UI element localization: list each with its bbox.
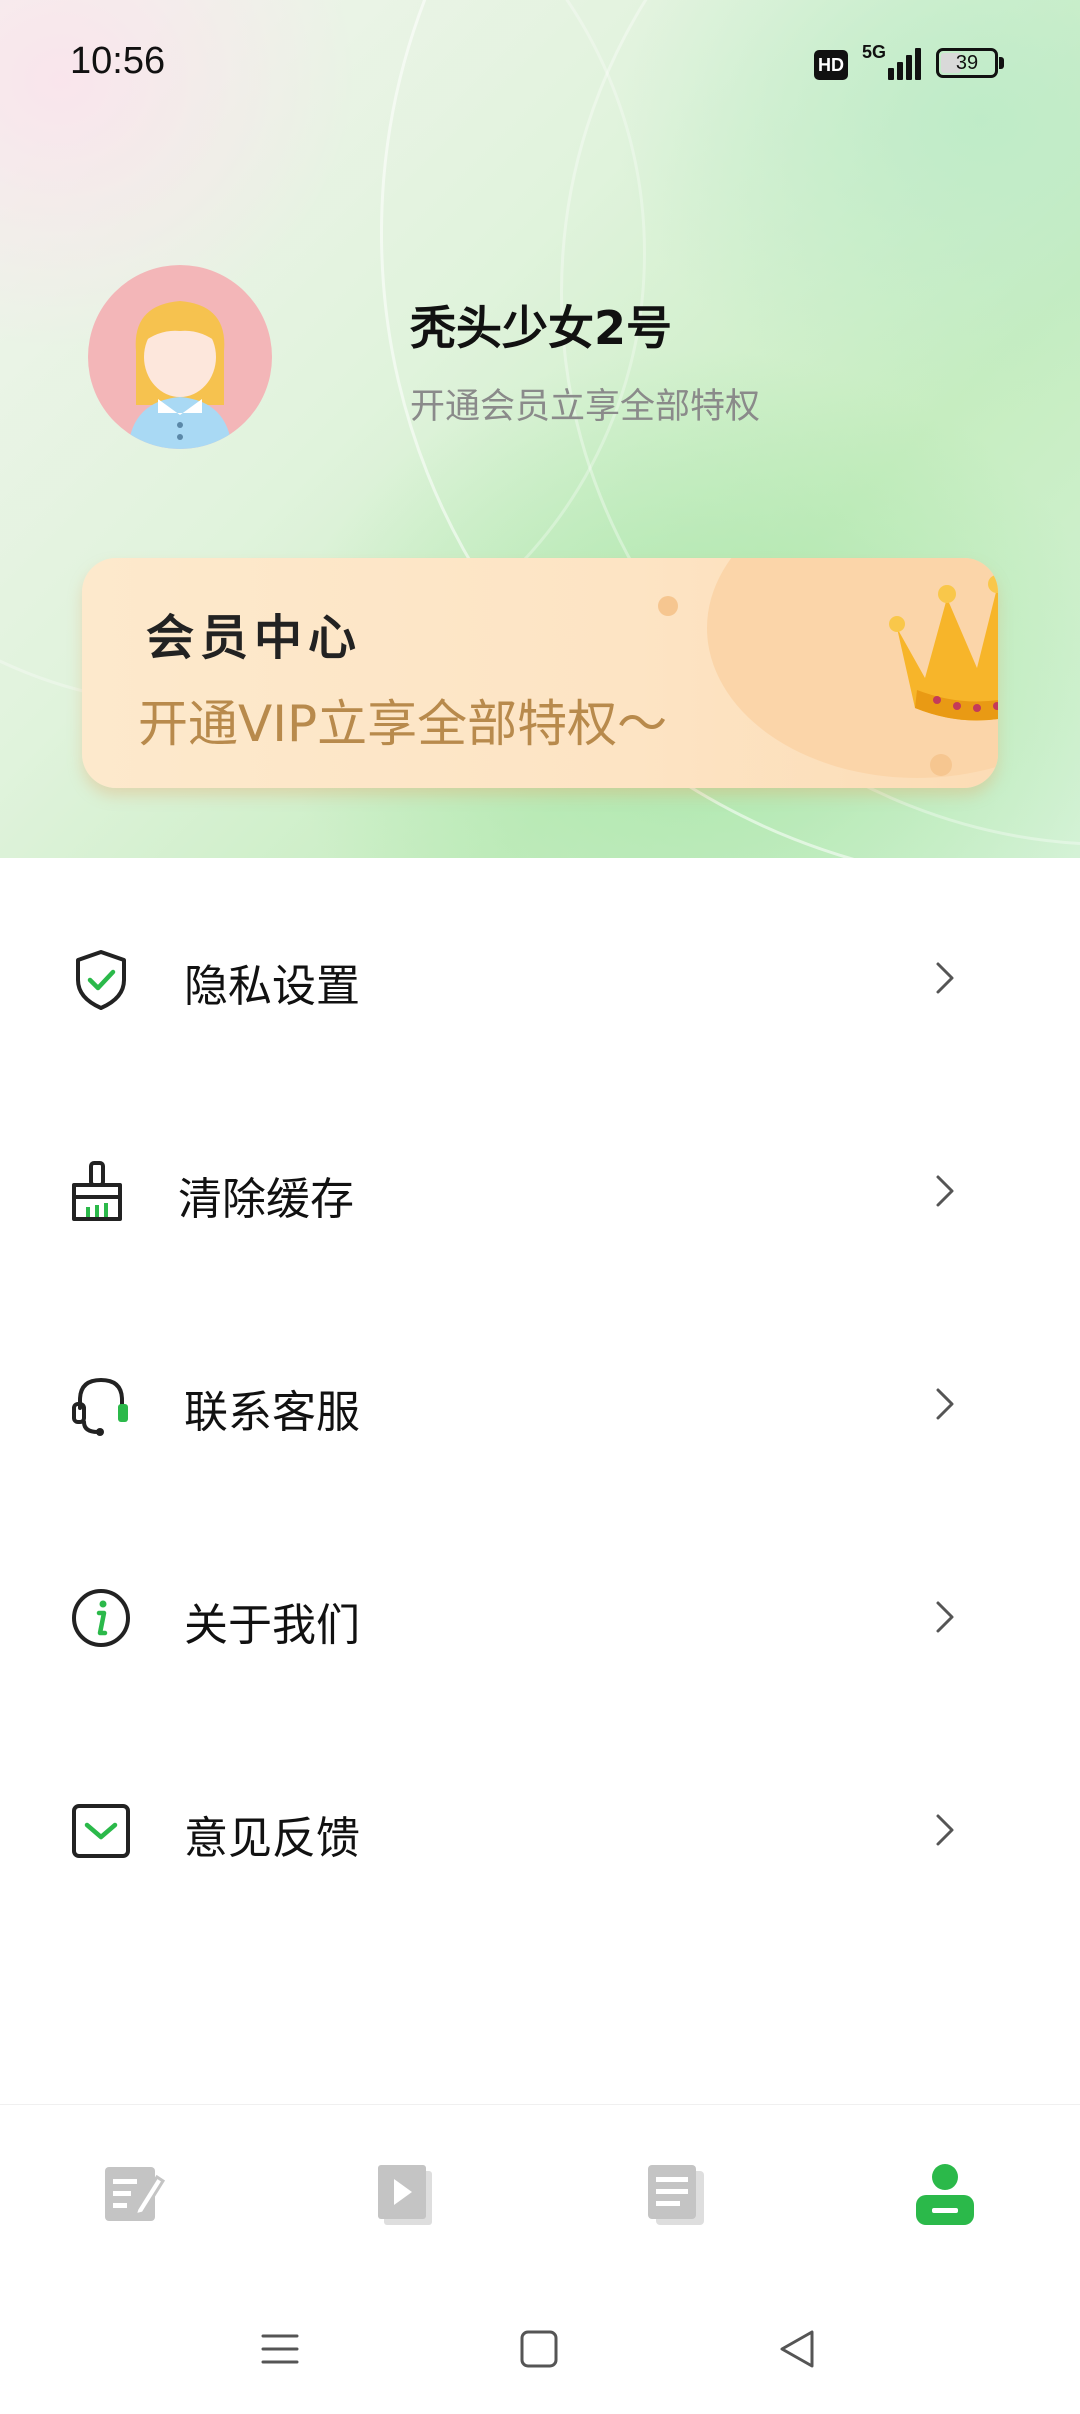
network-type-label: 5G [862,42,887,62]
broom-icon [72,1161,122,1221]
decorative-dot [658,596,678,616]
menu-item-clear-cache[interactable]: 清除缓存 [0,1121,1080,1261]
menu-item-privacy-settings[interactable]: 隐私设置 [0,908,1080,1048]
vip-center-card[interactable]: 会员中心 开通VIP立享全部特权～ × [82,558,998,788]
signal-strength-icon [888,46,922,80]
status-bar: 10:56 HD 5G 39 [0,0,1080,130]
bottom-tab-bar [0,2104,1080,2285]
tab-profile[interactable] [910,2159,980,2229]
menu-item-label: 联系客服 [184,1387,360,1438]
tab-video[interactable] [370,2159,440,2229]
hd-badge: HD [814,50,848,80]
chevron-right-icon [936,1388,954,1420]
avatar[interactable] [88,265,272,449]
menu-item-label: 清除缓存 [178,1174,354,1225]
tab-documents[interactable] [640,2159,710,2229]
menu-item-contact-support[interactable]: 联系客服 [0,1334,1080,1474]
menu-item-label: 隐私设置 [184,961,360,1012]
battery-icon: 39 [936,48,998,78]
feedback-mail-icon [72,1804,130,1858]
shield-check-icon [76,950,126,1010]
chevron-right-icon [936,1601,954,1633]
back-nav-icon[interactable] [772,2324,822,2374]
vip-card-subtitle: 开通VIP立享全部特权～ [138,695,668,753]
headset-icon [72,1377,128,1436]
chevron-right-icon [936,962,954,994]
profile-subtitle: 开通会员立享全部特权 [410,387,761,427]
chevron-right-icon [936,1814,954,1846]
menu-item-label: 关于我们 [184,1600,360,1651]
menu-item-label: 意见反馈 [184,1813,360,1864]
info-icon [72,1589,130,1647]
video-play-icon [378,2165,432,2225]
system-navigation-bar [0,2284,1080,2414]
battery-percentage: 39 [955,52,979,74]
home-nav-icon[interactable] [514,2324,564,2374]
document-icon [648,2165,704,2225]
profile-user-icon [916,2164,974,2225]
chevron-right-icon [936,1175,954,1207]
tab-notes[interactable] [97,2159,167,2229]
menu-item-feedback[interactable]: 意见反馈 [0,1760,1080,1900]
edit-note-icon [105,2167,166,2221]
profile-name[interactable]: 秃头少女2号 [410,292,672,358]
girl-avatar-icon [128,301,232,449]
menu-item-about-us[interactable]: 关于我们 [0,1547,1080,1687]
crown-icon: × [889,575,998,721]
battery-tip [999,57,1004,69]
vip-card-title: 会员中心 [146,610,363,666]
menu-nav-icon[interactable] [255,2324,305,2374]
status-time: 10:56 [70,40,166,82]
decorative-dot [930,754,952,776]
